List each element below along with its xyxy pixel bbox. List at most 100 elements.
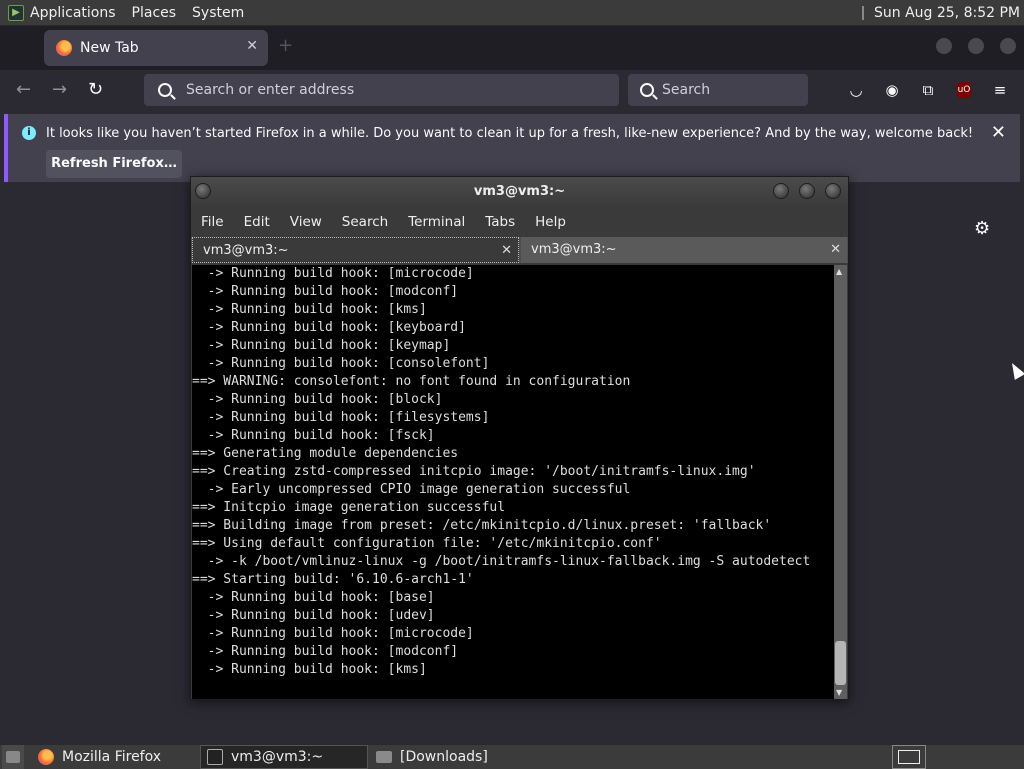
terminal-tab-1[interactable]: vm3@vm3:~ ✕ <box>192 237 519 263</box>
terminal-line: ==> Starting build: '6.10.6-arch1-1' <box>192 572 474 587</box>
menu-applications[interactable]: Applications <box>30 5 116 21</box>
terminal-line: -> Running build hook: [base] <box>192 590 435 605</box>
terminal-menu-search[interactable]: Search <box>342 214 388 230</box>
search-bar-placeholder: Search <box>662 82 711 98</box>
terminal-line: ==> Building image from preset: /etc/mki… <box>192 518 772 533</box>
terminal-menu-file[interactable]: File <box>201 214 224 230</box>
taskbar-item-label: [Downloads] <box>400 749 488 765</box>
url-bar-placeholder: Search or enter address <box>186 82 355 98</box>
desktop-icon <box>6 751 20 763</box>
terminal-menu-tabs[interactable]: Tabs <box>485 214 515 230</box>
taskbar-item-firefox[interactable]: Mozilla Firefox <box>32 745 196 769</box>
terminal-scrollbar[interactable]: ▲ ▼ <box>834 265 847 699</box>
terminal-title-bar[interactable]: vm3@vm3:~ <box>191 177 848 207</box>
terminal-menu-bar: File Edit View Search Terminal Tabs Help <box>191 209 848 235</box>
terminal-tab-close-icon[interactable]: ✕ <box>501 238 512 264</box>
tab-new-tab[interactable]: New Tab ✕ <box>44 30 268 66</box>
terminal-window: vm3@vm3:~ File Edit View Search Terminal… <box>190 176 849 700</box>
notification-close-icon[interactable]: ✕ <box>991 122 1006 143</box>
ublock-origin-icon[interactable]: uO <box>957 82 971 98</box>
taskbar-item-label: Mozilla Firefox <box>62 749 162 765</box>
top-panel: ▶ Applications Places System Sun Aug 25,… <box>0 0 1024 26</box>
scroll-down-arrow-icon[interactable]: ▼ <box>836 688 842 697</box>
taskbar-item-terminal[interactable]: vm3@vm3:~ <box>200 745 368 769</box>
gear-icon[interactable]: ⚙ <box>974 218 990 239</box>
terminal-window-menu-button[interactable] <box>195 183 211 199</box>
terminal-line: ==> Initcpio image generation successful <box>192 500 506 515</box>
terminal-menu-terminal[interactable]: Terminal <box>408 214 465 230</box>
terminal-line: -> Running build hook: [udev] <box>192 608 435 623</box>
terminal-close-button[interactable] <box>825 183 841 199</box>
terminal-line: -> Running build hook: [microcode] <box>192 266 474 281</box>
terminal-title: vm3@vm3:~ <box>473 184 566 199</box>
terminal-line: -> Running build hook: [block] <box>192 392 443 407</box>
info-icon: i <box>22 126 36 140</box>
firefox-tab-bar: New Tab ✕ + <box>0 26 1024 70</box>
back-arrow-icon[interactable]: ← <box>16 80 31 100</box>
search-icon <box>640 83 654 97</box>
terminal-line: -> Early uncompressed CPIO image generat… <box>192 482 631 497</box>
terminal-tab-close-icon[interactable]: ✕ <box>830 237 841 263</box>
terminal-line: -> Running build hook: [kms] <box>192 662 427 677</box>
terminal-tab-label: vm3@vm3:~ <box>531 242 617 257</box>
reload-icon[interactable]: ↻ <box>88 80 103 100</box>
taskbar-item-label: vm3@vm3:~ <box>231 749 324 765</box>
account-icon[interactable]: ◉ <box>882 80 902 100</box>
notification-message: It looks like you haven’t started Firefo… <box>46 126 974 141</box>
menu-system[interactable]: System <box>192 5 244 21</box>
terminal-line: ==> WARNING: consolefont: no font found … <box>192 374 631 389</box>
tab-close-icon[interactable]: ✕ <box>246 38 258 54</box>
workspace-thumbnail[interactable] <box>898 750 920 764</box>
terminal-menu-edit[interactable]: Edit <box>244 214 270 230</box>
extensions-icon[interactable]: ⧉ <box>918 80 938 100</box>
firefox-icon <box>38 749 54 765</box>
terminal-line: -> Running build hook: [modconf] <box>192 284 459 299</box>
panel-clock[interactable]: Sun Aug 25, 8:52 PM <box>874 5 1020 21</box>
menu-places[interactable]: Places <box>132 5 177 21</box>
refresh-firefox-button[interactable]: Refresh Firefox… <box>46 150 182 178</box>
scrollbar-thumb[interactable] <box>835 641 846 685</box>
terminal-line: -> Running build hook: [fsck] <box>192 428 435 443</box>
terminal-line: ==> Using default configuration file: '/… <box>192 536 662 551</box>
terminal-line: -> Running build hook: [filesystems] <box>192 410 490 425</box>
terminal-line: -> Running build hook: [keyboard] <box>192 320 466 335</box>
terminal-line: -> Running build hook: [keymap] <box>192 338 451 353</box>
terminal-icon <box>207 749 223 765</box>
search-icon <box>158 83 172 97</box>
folder-icon <box>376 751 392 763</box>
taskbar-item-downloads[interactable]: [Downloads] <box>370 745 540 769</box>
terminal-line: -> Running build hook: [consolefont] <box>192 356 490 371</box>
terminal-maximize-button[interactable] <box>799 183 815 199</box>
terminal-line: ==> Generating module dependencies <box>192 446 459 461</box>
terminal-line: -> Running build hook: [kms] <box>192 302 427 317</box>
refresh-firefox-notification: i It looks like you haven’t started Fire… <box>4 114 1020 182</box>
search-bar[interactable]: Search <box>628 74 808 106</box>
close-window-button[interactable] <box>1000 38 1016 54</box>
firefox-favicon-icon <box>56 40 72 56</box>
terminal-line: -> -k /boot/vmlinuz-linux -g /boot/initr… <box>192 554 811 569</box>
distro-logo-icon[interactable]: ▶ <box>8 4 24 21</box>
show-desktop-button[interactable] <box>2 745 24 769</box>
terminal-menu-help[interactable]: Help <box>535 214 566 230</box>
terminal-menu-view[interactable]: View <box>290 214 322 230</box>
terminal-line: -> Running build hook: [microcode] <box>192 626 474 641</box>
new-tab-plus-icon[interactable]: + <box>278 37 294 55</box>
terminal-minimize-button[interactable] <box>773 183 789 199</box>
terminal-line: -> Running build hook: [modconf] <box>192 644 459 659</box>
tab-title: New Tab <box>80 40 139 56</box>
terminal-tab-2[interactable]: vm3@vm3:~ ✕ <box>521 237 847 263</box>
minimize-window-button[interactable] <box>936 38 952 54</box>
bottom-taskbar: Mozilla Firefox vm3@vm3:~ [Downloads] <box>0 744 1024 769</box>
url-bar[interactable]: Search or enter address <box>144 74 619 106</box>
terminal-tab-label: vm3@vm3:~ <box>203 243 289 258</box>
panel-separator <box>862 5 864 20</box>
pocket-icon[interactable]: ◡ <box>846 80 866 100</box>
scroll-up-arrow-icon[interactable]: ▲ <box>836 267 842 276</box>
terminal-line: ==> Creating zstd-compressed initcpio im… <box>192 464 756 479</box>
terminal-tab-bar: vm3@vm3:~ ✕ vm3@vm3:~ ✕ <box>191 237 848 263</box>
forward-arrow-icon[interactable]: → <box>52 80 67 100</box>
hamburger-menu-icon[interactable]: ≡ <box>990 80 1010 100</box>
terminal-output[interactable]: -> Running build hook: [microcode] -> Ru… <box>192 265 834 699</box>
workspace-switcher[interactable] <box>892 745 926 769</box>
maximize-window-button[interactable] <box>968 38 984 54</box>
